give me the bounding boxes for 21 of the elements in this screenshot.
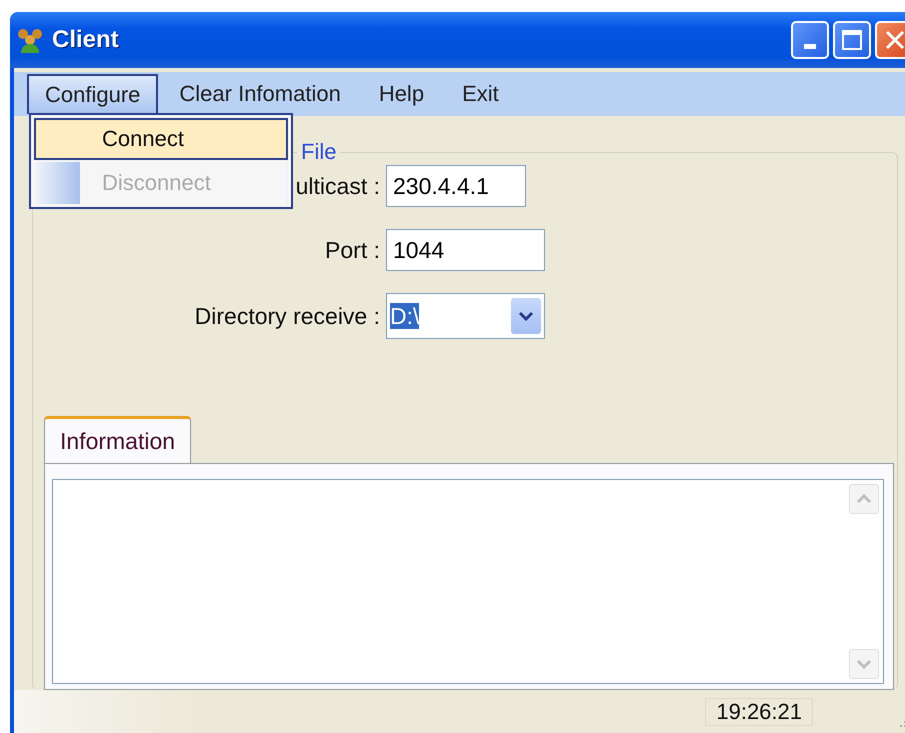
input-field[interactable]: 1044 (386, 229, 545, 271)
menu-option[interactable]: Connect (34, 118, 288, 160)
minimize-icon (804, 44, 816, 48)
minimize-button[interactable] (791, 21, 829, 59)
window-title: Client (52, 26, 120, 54)
close-icon (884, 29, 905, 51)
menu-item[interactable]: Exit (445, 74, 516, 114)
input-field[interactable]: 230.4.4.1 (386, 165, 526, 207)
menu-item[interactable]: Help (362, 74, 442, 114)
menu-item[interactable]: Configure (27, 74, 158, 114)
maximize-button[interactable] (833, 21, 871, 59)
field-label: ulticast : (296, 172, 381, 200)
directory-dropdown[interactable]: D:\ (386, 293, 545, 339)
chevron-down-icon[interactable] (511, 298, 541, 334)
status-time: 19:26:21 (705, 698, 813, 726)
field-label: Port : (325, 236, 381, 264)
menu-item[interactable]: Clear Infomation (162, 74, 358, 114)
field-label: Directory receive : (194, 302, 381, 330)
maximize-icon (841, 29, 863, 51)
tab[interactable]: Information (44, 416, 192, 464)
close-button[interactable] (875, 21, 905, 59)
